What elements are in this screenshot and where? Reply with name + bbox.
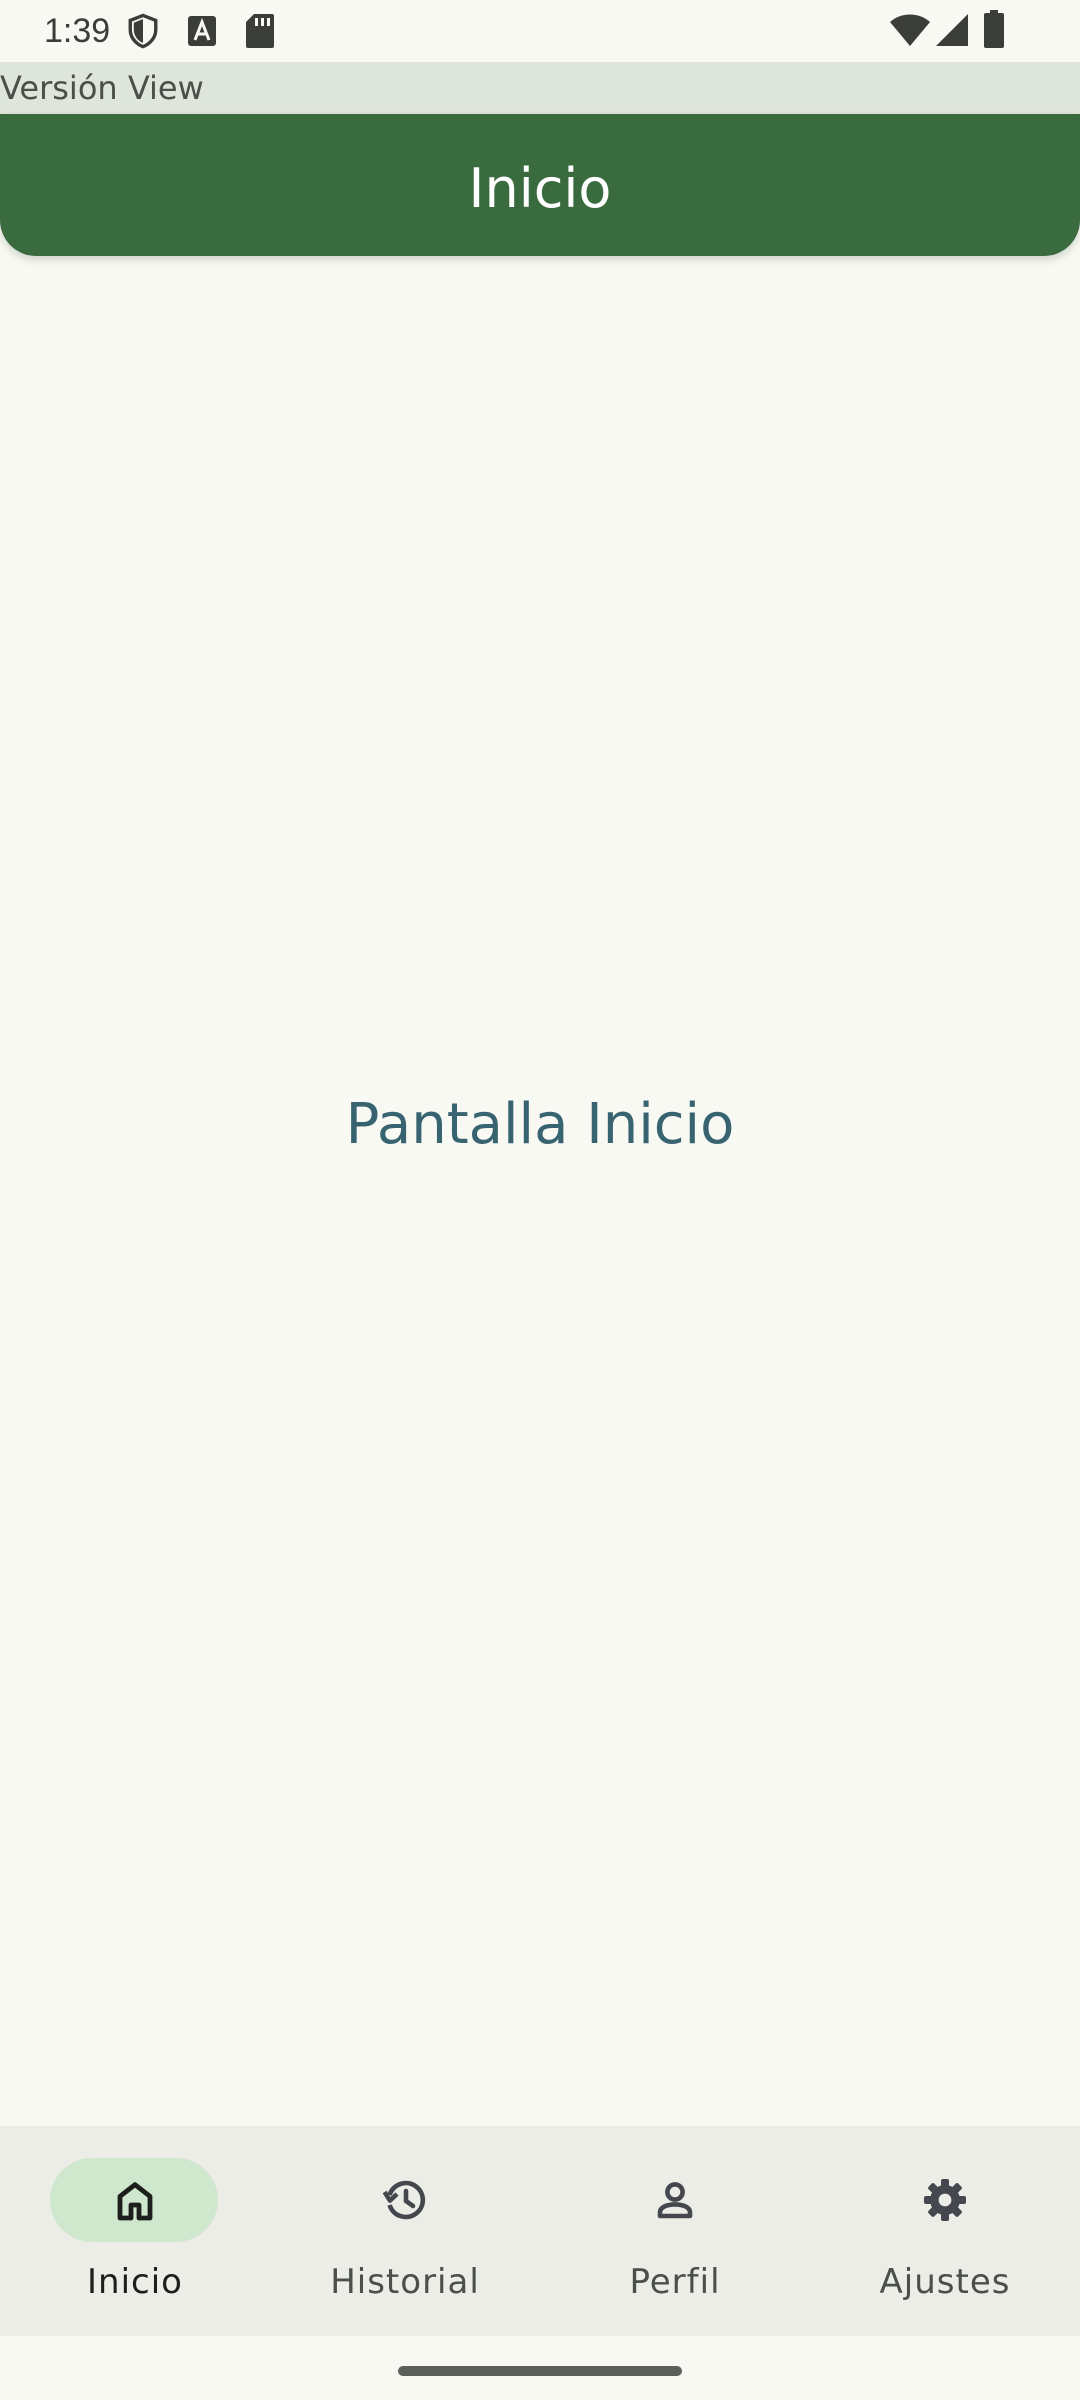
nav-label: Ajustes — [879, 2262, 1011, 2302]
nav-label: Perfil — [629, 2262, 721, 2302]
top-app-bar: Inicio — [0, 114, 1080, 256]
settings-icon — [924, 2179, 966, 2221]
nav-item-ajustes[interactable]: Ajustes — [810, 2126, 1080, 2336]
version-label: Versión View — [0, 69, 204, 107]
nav-label: Historial — [330, 2262, 480, 2302]
sd-card-icon — [246, 14, 274, 48]
screen-label: Pantalla Inicio — [345, 1092, 735, 1157]
bottom-navigation: Inicio Historial Perfil Ajustes — [0, 2126, 1080, 2336]
page-title: Inicio — [468, 157, 612, 220]
signal-icon — [936, 14, 968, 46]
nav-item-perfil[interactable]: Perfil — [540, 2126, 810, 2336]
nav-item-historial[interactable]: Historial — [270, 2126, 540, 2336]
status-bar: 1:39 — [0, 0, 1080, 62]
person-icon — [657, 2182, 693, 2219]
gesture-bar — [0, 2336, 1080, 2400]
wifi-icon — [890, 14, 930, 46]
a-icon — [188, 16, 216, 46]
nav-item-inicio[interactable]: Inicio — [0, 2126, 270, 2336]
home-icon — [117, 2182, 153, 2221]
battery-icon — [984, 10, 1004, 48]
home-gesture-handle[interactable] — [398, 2366, 682, 2376]
shield-icon — [128, 13, 158, 49]
version-bar: Versión View — [0, 62, 1080, 114]
history-icon — [382, 2180, 426, 2220]
nav-label: Inicio — [87, 2262, 183, 2302]
status-time: 1:39 — [44, 12, 111, 50]
